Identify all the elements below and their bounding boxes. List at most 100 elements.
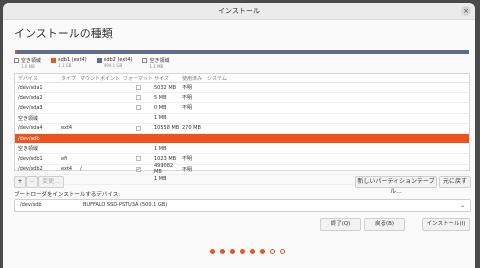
cell-used: 不明	[182, 105, 193, 112]
back-button[interactable]: 戻る(B)	[364, 218, 405, 231]
cell-used: 270 MB	[182, 125, 201, 132]
table-row[interactable]: /dev/sdb1 efi 1023 MB 不明	[15, 154, 469, 165]
disk-legend: 空き領域 1.0 MB sdb1 (ext4) 1.1 GB sdb2 (ext…	[14, 57, 169, 69]
window-title: インストール	[218, 7, 260, 15]
bootloader-device: /dev/sdb	[20, 202, 42, 208]
installer-window: インストール × インストールの種類 空き領域 1.0 MB sdb1 (ext…	[3, 3, 475, 268]
cell-used: 不明	[182, 166, 193, 173]
legend-item: 空き領域 1.1 MB	[142, 57, 169, 69]
table-header: デバイス タイプ マウントポイント フォーマット サイズ 使用済み システム	[15, 74, 469, 83]
table-row[interactable]: 空き領域 1 MB	[15, 114, 469, 124]
legend-size: 1.1 GB	[58, 63, 72, 68]
revert-button[interactable]: 元に戻す	[439, 176, 471, 188]
quit-button[interactable]: 終了(Q)	[320, 218, 361, 231]
header-device[interactable]: デバイス	[15, 75, 61, 82]
legend-swatch	[51, 57, 57, 63]
remove-partition-button[interactable]: −	[26, 176, 38, 188]
cell-device: /dev/sda2	[18, 94, 43, 101]
cell-mount: /	[80, 166, 82, 173]
progress-dot	[210, 249, 215, 254]
format-checkbox[interactable]	[135, 125, 141, 131]
close-button[interactable]: ×	[461, 6, 471, 16]
bootloader-device-select[interactable]: /dev/sdb BUFFALO SSD-PSTU3A (500.1 GB) ⌄	[14, 199, 471, 212]
page-title: インストールの種類	[14, 27, 113, 40]
cell-size: 1 MB	[154, 115, 167, 122]
table-row[interactable]: /dev/sda2 5 MB 不明	[15, 93, 469, 104]
cell-format	[122, 105, 154, 111]
title-bar: インストール ×	[3, 3, 475, 20]
header-system[interactable]: システム	[207, 75, 469, 82]
cell-format	[122, 85, 154, 91]
cell-format	[122, 95, 154, 101]
format-checkbox[interactable]	[135, 85, 141, 91]
install-button[interactable]: インストール(I)	[422, 218, 470, 231]
cell-type: efi	[61, 155, 68, 162]
cell-device: /dev/sda3	[18, 104, 43, 111]
cell-format	[122, 125, 154, 131]
header-size[interactable]: サイズ	[154, 75, 182, 82]
format-checkbox[interactable]	[135, 95, 141, 101]
legend-size: 1.0 MB	[21, 64, 35, 69]
new-partition-table-button[interactable]: 新しいパーティションテーブル...	[355, 176, 437, 195]
add-partition-button[interactable]: +	[14, 176, 26, 188]
header-format[interactable]: フォーマット	[122, 75, 154, 82]
format-checkbox[interactable]: ✓	[135, 166, 141, 172]
change-partition-button[interactable]: 変更...	[38, 176, 64, 188]
cell-format	[122, 156, 154, 162]
cell-size: 499082 MB	[154, 163, 174, 176]
table-row[interactable]: /dev/sda1 5032 MB 不明	[15, 83, 469, 94]
cell-device: /dev/sdb2	[18, 166, 43, 173]
table-row[interactable]: /dev/sdb2 ext4 / ✓ 499082 MB 不明	[15, 163, 469, 176]
legend-size: 1.1 MB	[149, 64, 164, 69]
cell-size: 10558 MB	[154, 125, 180, 132]
progress-dots	[210, 249, 285, 254]
table-row[interactable]: /dev/sdb	[15, 133, 469, 145]
partition-table: デバイス タイプ マウントポイント フォーマット サイズ 使用済み システム /…	[14, 73, 470, 185]
format-checkbox[interactable]	[135, 156, 141, 162]
legend-item: sdb1 (ext4) 1.1 GB	[51, 57, 87, 69]
cell-format: ✓	[122, 166, 154, 172]
legend-size: 499.1 GB	[103, 63, 123, 68]
progress-dot	[240, 249, 245, 254]
bootloader-device-description: BUFFALO SSD-PSTU3A (500.1 GB)	[83, 202, 168, 208]
cell-size: 0 MB	[154, 104, 167, 111]
cell-used: 不明	[182, 95, 193, 102]
header-used[interactable]: 使用済み	[182, 75, 207, 82]
disk-segment-free-end	[469, 50, 470, 54]
table-row[interactable]: /dev/sda3 0 MB 不明	[15, 103, 469, 114]
cell-device: /dev/sdb1	[18, 155, 43, 162]
cell-device: 空き領域	[18, 146, 39, 153]
cell-type: ext4	[61, 125, 73, 132]
chevron-down-icon: ⌄	[459, 202, 465, 209]
legend-label: 空き領域	[21, 58, 42, 64]
header-type[interactable]: タイプ	[61, 75, 80, 82]
table-row[interactable]: /dev/sda4 ext4 10558 MB 270 MB	[15, 124, 469, 134]
cell-device: /dev/sda1	[18, 84, 43, 91]
cell-type: ext4	[61, 166, 73, 173]
disk-usage-bar	[14, 50, 470, 54]
cell-size: 5 MB	[154, 94, 167, 101]
cell-device: 空き領域	[18, 115, 39, 122]
bootloader-label: ブートローダをインストールするデバイス:	[14, 192, 121, 198]
table-body: /dev/sda1 5032 MB 不明/dev/sda2 5 MB 不明/dev/sd…	[15, 83, 469, 185]
legend-item: 空き領域 1.0 MB	[14, 57, 41, 69]
header-mount[interactable]: マウントポイント	[80, 75, 122, 82]
cell-device: /dev/sdb	[18, 135, 40, 142]
table-row[interactable]: 空き領域 1 MB	[15, 144, 469, 155]
progress-dot	[250, 249, 255, 254]
progress-dot	[260, 249, 265, 254]
format-checkbox[interactable]	[135, 105, 141, 111]
legend-swatch	[14, 58, 19, 63]
cell-device: /dev/sda4	[18, 125, 43, 132]
progress-dot	[270, 249, 275, 254]
cell-size: 1 MB	[154, 145, 167, 152]
cell-size: 5032 MB	[154, 84, 177, 91]
cell-size: 1023 MB	[154, 155, 177, 162]
legend-swatch	[96, 57, 102, 63]
cell-size: 1 MB	[154, 176, 167, 183]
progress-dot	[230, 249, 235, 254]
cell-used: 不明	[182, 85, 193, 92]
legend-label: 空き領域	[149, 58, 170, 64]
cell-used: 不明	[182, 156, 193, 163]
legend-item: sdb2 (ext4) 499.1 GB	[96, 57, 132, 69]
